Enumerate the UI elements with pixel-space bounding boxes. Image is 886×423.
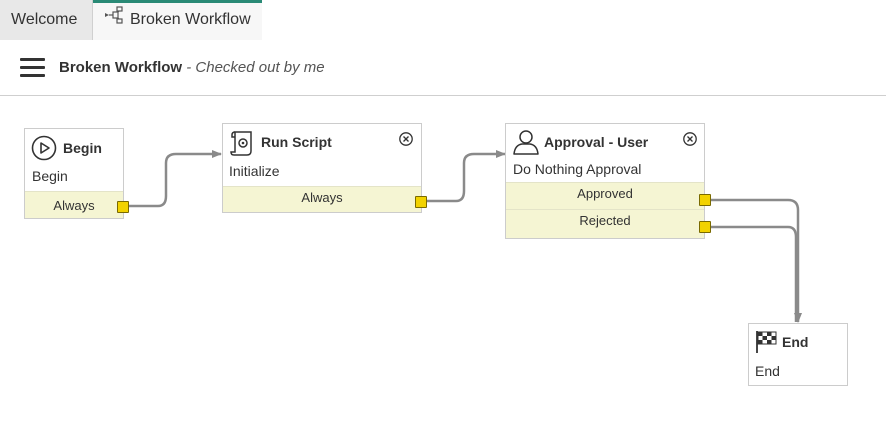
node-run-script-subtitle: Initialize — [229, 163, 280, 179]
tab-broken-workflow[interactable]: Broken Workflow — [93, 0, 262, 40]
connector-runscript-to-approval[interactable] — [426, 150, 506, 203]
node-approval-title: Approval - User — [544, 134, 649, 150]
node-end-subtitle: End — [755, 363, 780, 379]
port-label-always: Always — [301, 190, 343, 205]
node-run-script-title: Run Script — [261, 134, 332, 150]
script-scroll-icon — [230, 131, 252, 156]
play-circle-icon — [31, 135, 57, 161]
port-row-always: Always — [223, 186, 421, 212]
workflow-header: Broken Workflow - Checked out by me — [0, 40, 886, 96]
connector-approved-to-end[interactable] — [710, 198, 802, 323]
node-approval-user[interactable]: Approval - User Do Nothing Approval Appr… — [505, 123, 705, 239]
workflow-name: Broken Workflow — [59, 59, 183, 76]
tab-strip: Welcome Broken Workflow — [0, 0, 886, 41]
port-label-always: Always — [53, 198, 95, 213]
node-end-title: End — [782, 334, 809, 350]
checkout-status: - Checked out by me — [182, 59, 325, 76]
port-row-rejected: Rejected — [506, 209, 704, 238]
connector-rejected-to-end[interactable] — [710, 225, 798, 322]
hamburger-menu-icon[interactable] — [20, 58, 45, 78]
port-label-approved: Approved — [577, 186, 633, 201]
checkered-flag-icon — [756, 331, 777, 353]
workflow-canvas[interactable]: Begin Begin Always Run Script Initialize… — [0, 96, 886, 423]
tab-broken-workflow-label: Broken Workflow — [130, 11, 251, 29]
approval-rejected-port[interactable] — [699, 221, 711, 233]
node-end[interactable]: End End — [748, 323, 848, 386]
node-begin-title: Begin — [63, 140, 102, 156]
user-icon — [513, 130, 539, 155]
begin-always-port[interactable] — [117, 201, 129, 213]
close-icon[interactable] — [399, 132, 413, 146]
connector-begin-to-runscript[interactable] — [128, 150, 222, 208]
tab-welcome-label: Welcome — [11, 11, 78, 28]
node-run-script[interactable]: Run Script Initialize Always — [222, 123, 422, 213]
node-approval-subtitle: Do Nothing Approval — [513, 161, 642, 177]
node-begin-subtitle: Begin — [32, 168, 68, 184]
close-icon[interactable] — [683, 132, 697, 146]
port-row-always: Always — [25, 191, 123, 218]
port-row-approved: Approved — [506, 182, 704, 209]
runscript-always-port[interactable] — [415, 196, 427, 208]
port-label-rejected: Rejected — [579, 213, 631, 228]
tab-welcome[interactable]: Welcome — [0, 0, 93, 40]
page-title: Broken Workflow - Checked out by me — [59, 58, 325, 78]
node-begin[interactable]: Begin Begin Always — [24, 128, 124, 219]
approval-approved-port[interactable] — [699, 194, 711, 206]
workflow-icon — [104, 3, 124, 37]
